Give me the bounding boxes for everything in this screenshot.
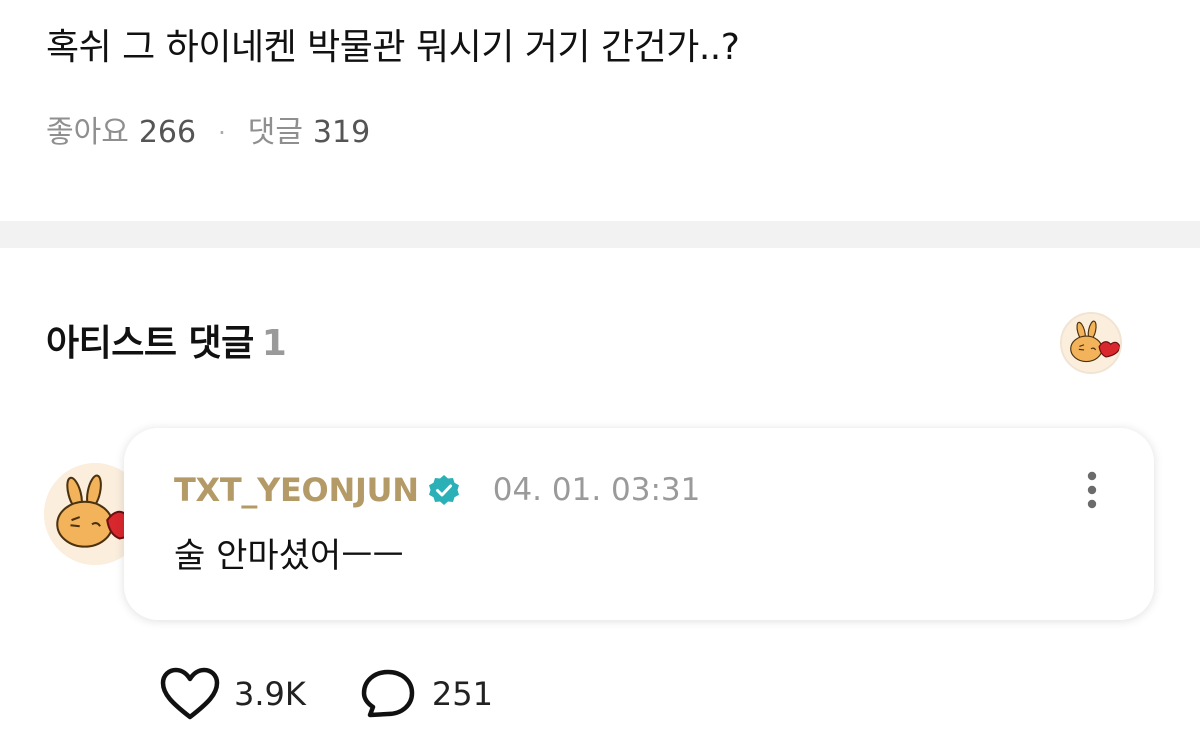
artist-comments-count: 1 bbox=[261, 323, 287, 364]
comment-header: TXT_YEONJUN 04. 01. 03:31 bbox=[174, 468, 700, 512]
like-button[interactable]: 3.9K bbox=[160, 667, 306, 721]
comments-count: 319 bbox=[312, 115, 371, 150]
artist-filter-avatar[interactable] bbox=[1060, 312, 1122, 374]
artist-comments-title: 아티스트 댓글 bbox=[46, 323, 254, 364]
comment-body: 술 안마셨어ㅡㅡ bbox=[174, 536, 404, 576]
comments-label: 댓글 bbox=[247, 115, 303, 150]
reply-button[interactable]: 251 bbox=[358, 667, 493, 721]
comment-author-name[interactable]: TXT_YEONJUN bbox=[174, 471, 419, 509]
verified-badge-icon bbox=[427, 473, 461, 507]
more-options-icon[interactable] bbox=[1072, 466, 1112, 514]
speech-bubble-icon bbox=[361, 669, 415, 718]
likes-count: 266 bbox=[138, 115, 197, 150]
section-divider bbox=[0, 221, 1200, 248]
post-stats: 좋아요 266 · 댓글 319 bbox=[46, 110, 370, 156]
comment-timestamp: 04. 01. 03:31 bbox=[492, 472, 701, 508]
reply-count: 251 bbox=[431, 675, 493, 713]
artist-comments-heading: 아티스트 댓글 1 bbox=[46, 318, 287, 370]
artist-comment-card[interactable]: TXT_YEONJUN 04. 01. 03:31 술 안마셨어ㅡㅡ bbox=[124, 428, 1154, 620]
bunny-avatar-icon bbox=[1062, 314, 1120, 372]
likes-label: 좋아요 bbox=[46, 115, 129, 150]
post-title: 혹쉬 그 하이네켄 박물관 뭐시기 거기 간건가..? bbox=[46, 27, 740, 68]
like-count: 3.9K bbox=[234, 675, 306, 713]
comment-actions: 3.9K 251 bbox=[160, 666, 493, 722]
heart-icon bbox=[160, 667, 220, 720]
stats-separator: · bbox=[218, 119, 226, 147]
